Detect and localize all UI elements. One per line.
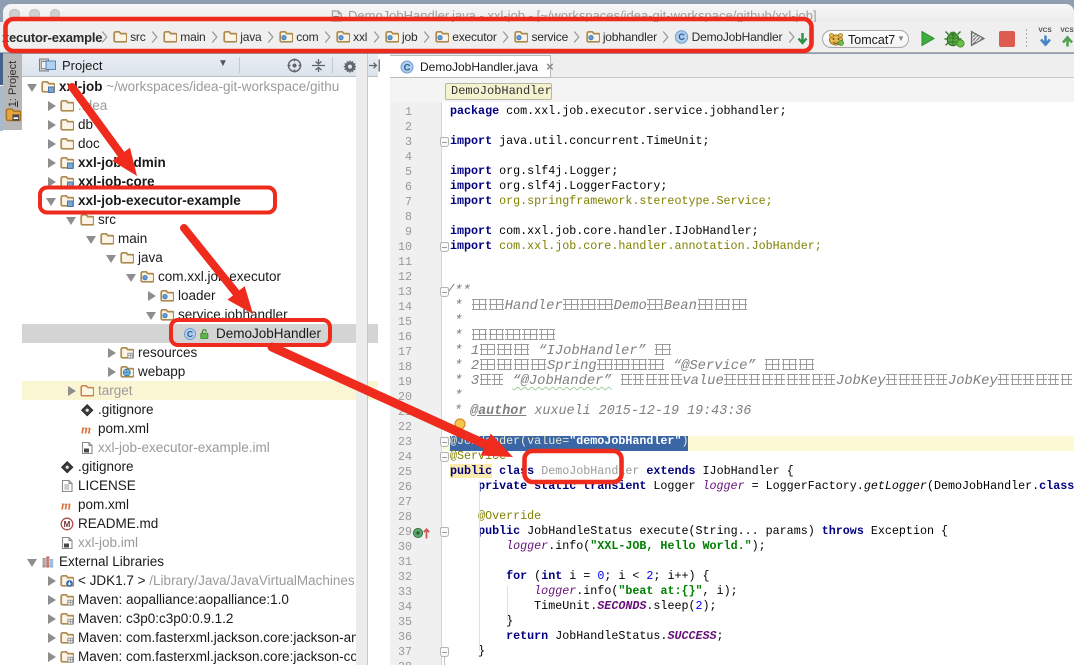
svg-text:m: m [61,498,71,512]
svg-text:M: M [64,520,71,529]
svg-text:C: C [678,32,685,42]
svg-text:m: m [81,422,91,436]
svg-text:C: C [187,328,193,338]
svg-text:C: C [404,62,411,73]
